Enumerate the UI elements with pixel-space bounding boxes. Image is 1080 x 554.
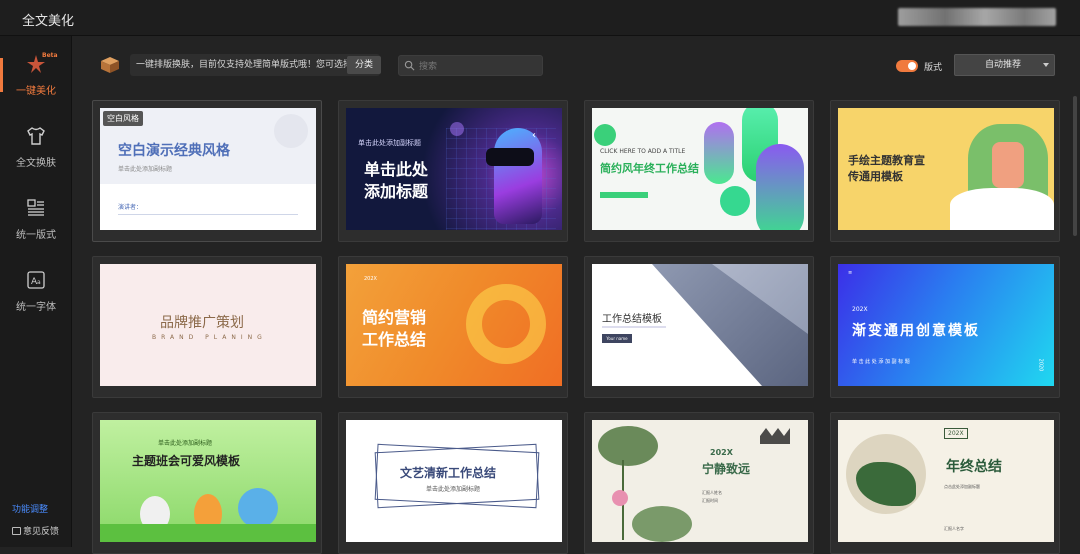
template-top-subtitle: 单击此处添加副标题 xyxy=(158,440,213,447)
layout-toggle-label: 版式 xyxy=(924,63,943,73)
category-button[interactable]: 分类 xyxy=(347,56,381,74)
template-footer: 汇报人名字 xyxy=(944,526,964,531)
box-icon xyxy=(101,57,119,73)
template-title-line1: 单击此处 xyxy=(364,160,429,179)
template-title: 品牌推广策划 xyxy=(160,315,244,331)
template-badge: 202X xyxy=(944,428,968,439)
sidebar-item-label: 一键美化 xyxy=(16,86,56,97)
template-title: 工作总结模板 xyxy=(602,314,662,325)
template-presenter: 演讲者： xyxy=(118,204,143,211)
template-line1: 汇报人姓名 xyxy=(702,490,722,495)
title-bar: 全文美化 xyxy=(0,0,1080,36)
template-thumbnail: ≡ 202X 渐变通用创意模板 单 击 此 处 添 加 副 标 题 2020 xyxy=(838,264,1054,386)
scrollbar[interactable] xyxy=(1073,96,1077,236)
template-thumbnail: 工作总结模板 Your name xyxy=(592,264,808,386)
sidebar-item-label: 统一字体 xyxy=(16,302,56,313)
template-card[interactable]: ≡ 202X 渐变通用创意模板 单 击 此 处 添 加 副 标 题 2020 xyxy=(830,256,1060,398)
template-title: 主题班会可爱风模板 xyxy=(132,454,241,468)
search-box[interactable] xyxy=(398,55,543,76)
shirt-icon xyxy=(27,127,45,145)
template-card[interactable]: 202X 宁静致远 汇报人姓名 汇报时间 xyxy=(584,412,814,554)
sidebar-item-full-skin[interactable]: 全文换肤 xyxy=(0,116,72,178)
template-card[interactable]: 工作总结模板 Your name xyxy=(584,256,814,398)
template-title-line1: 简约营销 xyxy=(362,308,427,327)
layout-toggle[interactable] xyxy=(896,60,918,72)
template-thumbnail: 202X 年终总结 点击此处添加副标题 汇报人名字 xyxy=(838,420,1054,542)
template-card[interactable]: 手绘主题教育宣 传通用模板 xyxy=(830,100,1060,242)
main-content: 一键排版换肤，目前仅支持处理简单版式哦！您可选择 分类 版式 自动推荐 空白风格… xyxy=(72,36,1072,554)
sidebar-item-unify-font[interactable]: A a 统一字体 xyxy=(0,260,72,322)
recommend-dropdown[interactable]: 自动推荐 xyxy=(954,54,1055,76)
account-info-blurred[interactable] xyxy=(898,8,1056,26)
template-subtitle: 单击此处添加副标题 xyxy=(426,486,481,493)
toolbar: 一键排版换肤，目前仅支持处理简单版式哦！您可选择 分类 版式 自动推荐 xyxy=(72,36,1072,94)
template-card[interactable]: 202X 简约营销 工作总结 xyxy=(338,256,568,398)
template-thumbnail: 单击此处添加副标题 单击此处 添加标题 ‹ xyxy=(346,108,562,230)
sidebar-item-unify-layout[interactable]: 统一版式 xyxy=(0,188,72,250)
template-card[interactable]: CLICK HERE TO ADD A TITLE 简约风年终工作总结 xyxy=(584,100,814,242)
template-thumbnail: CLICK HERE TO ADD A TITLE 简约风年终工作总结 xyxy=(592,108,808,230)
sidebar-item-one-click-beautify[interactable]: Beta 一键美化 xyxy=(0,44,72,106)
template-card[interactable]: 品牌推广策划 BRAND PLANING xyxy=(92,256,322,398)
template-subtitle: 单击此处添加副标题 xyxy=(358,139,421,147)
template-card[interactable]: 单击此处添加副标题 主题班会可爱风模板 xyxy=(92,412,322,554)
template-thumbnail: 文艺清新工作总结 单击此处添加副标题 xyxy=(346,420,562,542)
feedback-link[interactable]: 意见反馈 xyxy=(12,524,59,537)
template-card[interactable]: 单击此处添加副标题 单击此处 添加标题 ‹ xyxy=(338,100,568,242)
template-card[interactable]: 空白风格 空白演示经典风格 单击此处添加副标题 演讲者： xyxy=(92,100,322,242)
template-title-line1: 手绘主题教育宣 xyxy=(848,154,925,167)
info-message: 一键排版换肤，目前仅支持处理简单版式哦！您可选择 分类 xyxy=(130,54,381,76)
template-thumbnail: 空白风格 空白演示经典风格 单击此处添加副标题 演讲者： xyxy=(100,108,316,230)
template-year: 202X xyxy=(710,448,733,457)
sidebar: Beta 一键美化 全文换肤 统一版式 A a 统一字体 功能调整 意见反馈 xyxy=(0,36,72,547)
template-card[interactable]: 202X 年终总结 点击此处添加副标题 汇报人名字 xyxy=(830,412,1060,554)
template-title-line2: 传通用模板 xyxy=(848,170,903,183)
template-title-line2: 工作总结 xyxy=(362,330,427,349)
search-icon xyxy=(404,60,415,71)
template-year: 202X xyxy=(852,306,868,313)
menu-icon: ≡ xyxy=(848,270,853,276)
feedback-label: 意见反馈 xyxy=(23,527,60,537)
template-subtitle: 单 击 此 处 添 加 副 标 题 xyxy=(852,359,910,365)
template-thumbnail: 202X 宁静致远 汇报人姓名 汇报时间 xyxy=(592,420,808,542)
feature-adjust-link[interactable]: 功能调整 xyxy=(12,502,48,515)
sidebar-item-label: 全文换肤 xyxy=(16,158,56,169)
template-title: 文艺清新工作总结 xyxy=(400,466,497,480)
sidebar-item-label: 统一版式 xyxy=(16,230,56,241)
template-subtitle: 单击此处添加副标题 xyxy=(118,166,173,173)
svg-text:a: a xyxy=(37,279,41,286)
template-title: 年终总结 xyxy=(946,459,1002,475)
template-tag: 空白风格 xyxy=(103,111,143,126)
template-en-title: CLICK HERE TO ADD A TITLE xyxy=(600,148,686,155)
template-side-year: 2020 xyxy=(1037,358,1044,372)
window-title: 全文美化 xyxy=(22,14,75,29)
template-line2: 汇报时间 xyxy=(702,498,718,503)
template-subtitle: 点击此处添加副标题 xyxy=(944,484,980,489)
template-thumbnail: 单击此处添加副标题 主题班会可爱风模板 xyxy=(100,420,316,542)
template-title: 简约风年终工作总结 xyxy=(600,162,699,175)
dropdown-value: 自动推荐 xyxy=(985,60,1022,70)
layout-icon xyxy=(27,199,44,216)
chevron-down-icon xyxy=(1043,63,1049,67)
template-title-line2: 添加标题 xyxy=(364,182,429,201)
template-year: 202X xyxy=(364,276,377,282)
template-thumbnail: 手绘主题教育宣 传通用模板 xyxy=(838,108,1054,230)
template-en-title: BRAND PLANING xyxy=(152,334,267,341)
search-input[interactable] xyxy=(419,58,539,74)
feedback-icon xyxy=(12,527,21,535)
template-card[interactable]: 文艺清新工作总结 单击此处添加副标题 xyxy=(338,412,568,554)
template-thumbnail: 品牌推广策划 BRAND PLANING xyxy=(100,264,316,386)
template-title: 宁静致远 xyxy=(702,462,751,476)
template-button: Your name xyxy=(602,334,632,343)
chevron-left-icon: ‹ xyxy=(532,130,536,141)
info-message-text: 一键排版换肤，目前仅支持处理简单版式哦！您可选择 xyxy=(136,60,353,70)
template-title: 空白演示经典风格 xyxy=(118,143,230,159)
template-title: 渐变通用创意模板 xyxy=(852,323,980,339)
beta-badge: Beta xyxy=(42,52,58,59)
template-thumbnail: 202X 简约营销 工作总结 xyxy=(346,264,562,386)
font-icon: A a xyxy=(27,271,45,289)
